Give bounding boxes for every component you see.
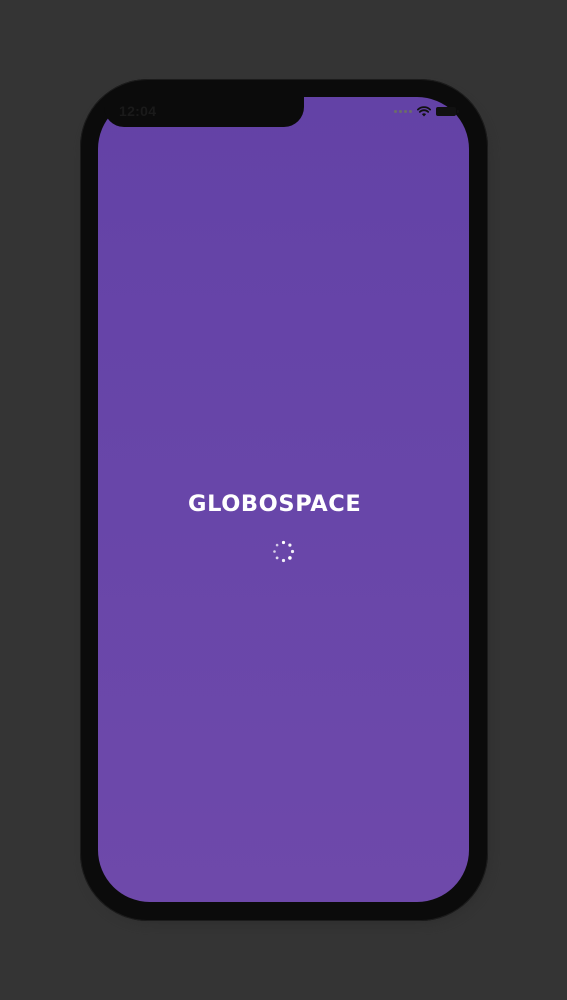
wifi-icon: [417, 105, 431, 117]
simulator-stage: 12:04 GLOBOSPACE: [0, 0, 567, 1000]
battery-icon: [436, 106, 459, 116]
cellular-signal-icon: [394, 109, 412, 113]
status-indicators: [394, 104, 459, 118]
loading-spinner-icon: [272, 540, 295, 563]
status-time: 12:04: [119, 103, 157, 119]
app-logo: GLOBOSPACE: [188, 491, 362, 517]
